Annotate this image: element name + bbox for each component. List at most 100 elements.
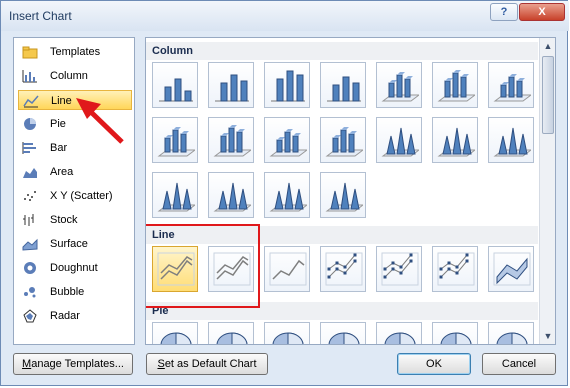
column-chart-subtype-14[interactable]: [488, 117, 534, 163]
red-highlight-box: [146, 224, 260, 308]
gallery-scrollbar[interactable]: ▲ ▼: [539, 38, 555, 344]
pie-chart-subtype-7[interactable]: [488, 322, 534, 344]
column-chart-subtype-2[interactable]: [208, 62, 254, 108]
pie-subtype-icon: [384, 332, 416, 344]
section-title: Column: [152, 45, 193, 57]
line-subtype-icon: [325, 252, 363, 286]
line-chart-icon: [23, 95, 39, 108]
column-subtype-icon: [269, 182, 307, 212]
sidebar-item-label: Column: [50, 70, 88, 82]
ok-button[interactable]: OK: [397, 353, 471, 375]
pie-chart-subtype-2[interactable]: [208, 322, 254, 344]
manage-label: anage Templates...: [31, 358, 124, 370]
pie-chart-subtype-5[interactable]: [376, 322, 422, 344]
close-button[interactable]: X: [519, 3, 565, 21]
sidebar-item-label: Radar: [50, 310, 80, 322]
sidebar-item-templates[interactable]: Templates: [18, 42, 132, 62]
surface-chart-icon: [22, 238, 38, 251]
sidebar-item-label: Templates: [50, 46, 101, 58]
title-bar: Insert Chart ? X: [1, 1, 569, 31]
pie-chart-subtype-6[interactable]: [432, 322, 478, 344]
column-chart-subtype-5[interactable]: [376, 62, 422, 108]
column-chart-subtype-8[interactable]: [152, 117, 198, 163]
column-chart-icon: [22, 70, 37, 83]
sidebar-item-pie[interactable]: Pie: [18, 114, 132, 134]
line-chart-subtype-5[interactable]: [376, 246, 422, 292]
sidebar-item-bubble[interactable]: Bubble: [18, 282, 132, 302]
sidebar-item-bar[interactable]: Bar: [18, 138, 132, 158]
line-chart-subtype-7[interactable]: [488, 246, 534, 292]
column-subtype-icon: [269, 129, 307, 157]
column-chart-subtype-16[interactable]: [208, 172, 254, 218]
column-subtype-icon: [159, 78, 193, 102]
column-chart-subtype-4[interactable]: [320, 62, 366, 108]
column-subtype-icon: [325, 182, 363, 212]
column-subtype-icon: [437, 127, 475, 157]
sidebar-item-column[interactable]: Column: [18, 66, 132, 86]
column-chart-subtype-11[interactable]: [320, 117, 366, 163]
sidebar-item-doughnut[interactable]: Doughnut: [18, 258, 132, 278]
column-chart-subtype-13[interactable]: [432, 117, 478, 163]
scroll-down-icon[interactable]: ▼: [540, 328, 555, 344]
line-subtype-icon: [381, 252, 419, 286]
pie-chart-subtype-3[interactable]: [264, 322, 310, 344]
column-subtype-icon: [493, 127, 531, 157]
pie-subtype-icon: [440, 332, 472, 344]
sidebar-item-surface[interactable]: Surface: [18, 234, 132, 254]
column-chart-subtype-1[interactable]: [152, 62, 198, 108]
sidebar-item-radar[interactable]: Radar: [18, 306, 132, 326]
manage-accel: M: [22, 358, 32, 370]
pie-subtype-icon: [272, 332, 304, 344]
insert-chart-dialog: Insert Chart ? X Templates Column Line Pie B…: [0, 0, 569, 386]
sidebar-item-label: Surface: [50, 238, 88, 250]
bubble-chart-icon: [24, 287, 36, 298]
chart-subtype-gallery: Column Line Pie ▲ ▼: [145, 37, 556, 345]
column-chart-subtype-18[interactable]: [320, 172, 366, 218]
pie-chart-subtype-4[interactable]: [320, 322, 366, 344]
folder-icon: [22, 46, 38, 59]
sidebar-item-x-y-scatter[interactable]: X Y (Scatter): [18, 186, 132, 206]
column-chart-subtype-3[interactable]: [264, 62, 310, 108]
column-subtype-icon: [157, 182, 195, 212]
close-icon: X: [538, 6, 546, 18]
cancel-button[interactable]: Cancel: [482, 353, 556, 375]
column-subtype-icon: [493, 74, 531, 102]
line-chart-subtype-3[interactable]: [264, 246, 310, 292]
default-label: et as Default Chart: [164, 358, 257, 370]
pie-subtype-icon: [496, 332, 528, 344]
pie-subtype-icon: [328, 332, 360, 344]
help-button[interactable]: ?: [490, 3, 518, 21]
column-subtype-icon: [381, 72, 419, 102]
scroll-thumb[interactable]: [542, 56, 554, 134]
sidebar-item-stock[interactable]: Stock: [18, 210, 132, 230]
column-subtype-icon: [381, 127, 419, 157]
pie-chart-subtype-1[interactable]: [152, 322, 198, 344]
column-chart-subtype-15[interactable]: [152, 172, 198, 218]
set-default-chart-button[interactable]: Set as Default Chart: [146, 353, 268, 375]
line-chart-subtype-6[interactable]: [432, 246, 478, 292]
manage-templates-button[interactable]: Met as Default Chartanage Templates...: [13, 353, 133, 375]
scatter-chart-icon: [24, 191, 36, 201]
sidebar-item-label: Bar: [50, 142, 68, 154]
sidebar-item-label: X Y (Scatter): [50, 190, 113, 202]
column-chart-subtype-6[interactable]: [432, 62, 478, 108]
sidebar-item-label: Bubble: [50, 286, 85, 298]
column-chart-subtype-10[interactable]: [264, 117, 310, 163]
sidebar-item-line[interactable]: Line: [18, 90, 132, 110]
column-chart-subtype-7[interactable]: [488, 62, 534, 108]
column-subtype-icon: [213, 125, 251, 157]
sidebar-item-label: Stock: [50, 214, 78, 226]
line-chart-subtype-4[interactable]: [320, 246, 366, 292]
column-subtype-icon: [325, 127, 363, 157]
line-subtype-icon: [493, 252, 531, 286]
column-chart-subtype-12[interactable]: [376, 117, 422, 163]
line-subtype-icon: [269, 252, 307, 286]
column-chart-subtype-9[interactable]: [208, 117, 254, 163]
area-chart-icon: [23, 168, 37, 178]
sidebar-item-label: Line: [51, 95, 72, 107]
column-chart-subtype-17[interactable]: [264, 172, 310, 218]
pie-subtype-icon: [160, 332, 192, 344]
scroll-up-icon[interactable]: ▲: [540, 38, 555, 54]
sidebar-item-area[interactable]: Area: [18, 162, 132, 182]
line-subtype-icon: [437, 252, 475, 286]
